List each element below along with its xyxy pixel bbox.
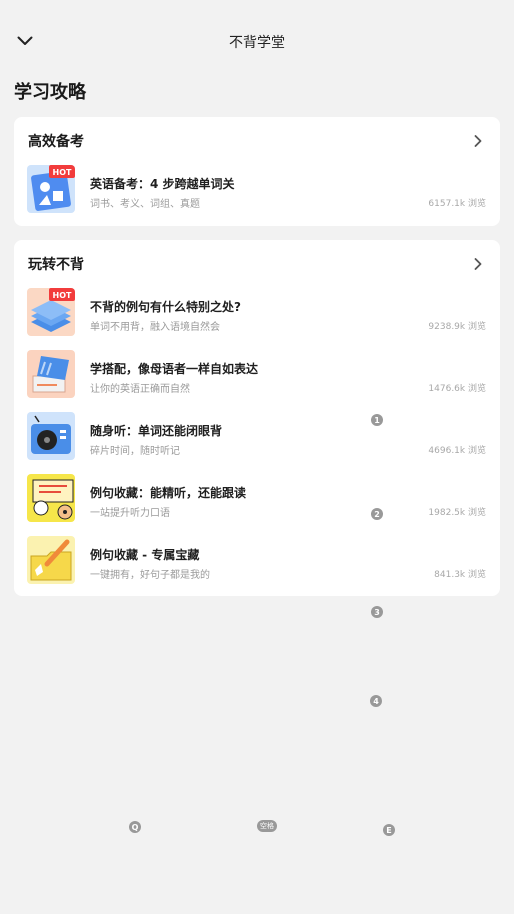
item-subtitle: 词书、考义、词组、真题 — [90, 199, 200, 210]
item-title: 英语备考：4 步跨越单词关 — [90, 177, 235, 191]
marker-q: Q — [129, 821, 141, 833]
item-title: 随身听：单词还能闭眼背 — [90, 424, 223, 438]
top-bar: 不背学堂 — [0, 22, 514, 62]
view-count: 1476.6k 浏览 — [428, 384, 486, 394]
item-subtitle: 碎片时间，随时听记 — [90, 446, 180, 457]
item-title: 不背的例句有什么特别之处? — [90, 300, 241, 314]
hot-badge: HOT — [53, 168, 72, 177]
item-subtitle: 单词不用背，融入语境自然会 — [90, 322, 220, 333]
list-item[interactable]: HOT 英语备考：4 步跨越单词关 词书、考义、词组、真题 6157.1k 浏览 — [14, 165, 500, 227]
marker-3: 3 — [371, 606, 383, 618]
shapes-thumbnail: HOT — [27, 165, 75, 213]
item-title: 例句收藏 - 专属宝藏 — [90, 548, 200, 562]
list-item[interactable]: 随身听：单词还能闭眼背 碎片时间，随时听记 4696.1k 浏览 — [14, 412, 500, 474]
view-count: 9238.9k 浏览 — [428, 322, 486, 332]
item-title: 例句收藏：能精听，还能跟读 — [90, 486, 247, 500]
list-item[interactable]: 例句收藏 - 专属宝藏 一键拥有，好句子都是我的 841.3k 浏览 — [14, 536, 500, 598]
section-title: 玩转不背 — [28, 257, 84, 273]
marker-2: 2 — [371, 508, 383, 520]
view-count: 6157.1k 浏览 — [428, 199, 486, 209]
app-title: 不背学堂 — [229, 35, 285, 51]
books-thumbnail: HOT — [27, 288, 75, 336]
list-item[interactable]: 学搭配，像母语者一样自如表达 让你的英语正确而自然 1476.6k 浏览 — [14, 350, 500, 412]
marker-4: 4 — [370, 695, 382, 707]
list-item[interactable]: HOT 不背的例句有什么特别之处? 单词不用背，融入语境自然会 9238.9k … — [14, 288, 500, 350]
section-card-exam: 高效备考 HOT 英语备考：4 步跨越单词关 词书、考义、词组、真题 6157.… — [14, 117, 500, 226]
folder-thumbnail — [27, 536, 75, 584]
item-subtitle: 让你的英语正确而自然 — [90, 384, 190, 395]
phrases-thumbnail — [27, 350, 75, 398]
section-header[interactable]: 玩转不背 — [14, 240, 500, 288]
view-count: 841.3k 浏览 — [434, 570, 486, 580]
page-title: 学习攻略 — [14, 82, 86, 103]
item-subtitle: 一键拥有，好句子都是我的 — [90, 570, 210, 581]
item-subtitle: 一站提升听力口语 — [90, 508, 170, 519]
section-header[interactable]: 高效备考 — [14, 117, 500, 165]
marker-1: 1 — [371, 414, 383, 426]
chevron-right-icon[interactable] — [470, 256, 486, 272]
view-count: 1982.5k 浏览 — [428, 508, 486, 518]
marker-space: 空格 — [257, 820, 277, 832]
player-thumbnail — [27, 412, 75, 460]
section-title: 高效备考 — [28, 134, 84, 150]
item-title: 学搭配，像母语者一样自如表达 — [90, 362, 259, 376]
marker-e: E — [383, 824, 395, 836]
hot-badge: HOT — [53, 291, 72, 300]
list-item[interactable]: 例句收藏：能精听，还能跟读 一站提升听力口语 1982.5k 浏览 — [14, 474, 500, 536]
view-count: 4696.1k 浏览 — [428, 446, 486, 456]
chevron-right-icon[interactable] — [470, 133, 486, 149]
section-card-features: 玩转不背 HOT 不背的例句有什么特别之处? 单词不用背，融入语境自然会 923… — [14, 240, 500, 596]
listening-thumbnail — [27, 474, 75, 522]
